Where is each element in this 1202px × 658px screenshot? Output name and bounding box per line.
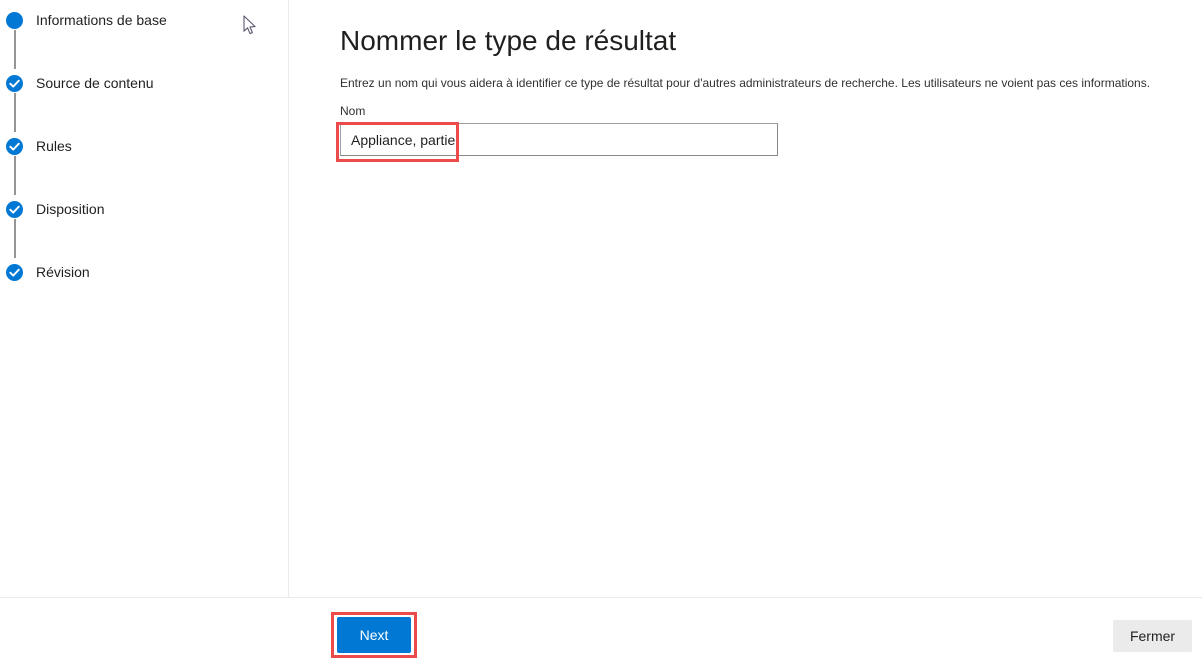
check-circle-icon [4,73,25,94]
step-connector-1 [14,30,16,69]
close-button[interactable]: Fermer [1113,620,1192,652]
name-field-group: Nom [340,103,780,156]
name-input[interactable] [340,123,778,156]
check-circle-icon [4,262,25,283]
wizard-footer: Next Fermer [0,597,1202,658]
page-description: Entrez un nom qui vous aidera à identifi… [340,76,1151,90]
filled-circle-icon [4,10,25,31]
step-connector-2 [14,93,16,132]
page-title: Nommer le type de résultat [340,24,677,56]
name-field-label: Nom [340,104,366,118]
wizard-main-pane: Nommer le type de résultat Entrez un nom… [289,0,1202,597]
check-circle-icon [4,136,25,157]
wizard-step-rail: Informations de base Source de contenu R… [0,0,289,597]
result-type-wizard: Informations de base Source de contenu R… [0,0,1202,658]
next-button[interactable]: Next [337,617,411,653]
sidebar-item-informations-de-base[interactable]: Informations de base [0,8,167,32]
sidebar-item-label: Disposition [36,201,105,217]
sidebar-item-source-de-contenu[interactable]: Source de contenu [0,71,154,95]
step-connector-3 [14,156,16,195]
sidebar-item-label: Source de contenu [36,75,154,91]
check-circle-icon [4,199,25,220]
step-connector-4 [14,219,16,258]
wizard-body: Informations de base Source de contenu R… [0,0,1202,597]
sidebar-item-disposition[interactable]: Disposition [0,197,104,221]
sidebar-item-revision[interactable]: Révision [0,260,90,284]
sidebar-item-label: Informations de base [36,12,167,28]
sidebar-item-rules[interactable]: Rules [0,134,72,158]
sidebar-item-label: Rules [36,138,72,154]
sidebar-item-label: Révision [36,264,90,280]
